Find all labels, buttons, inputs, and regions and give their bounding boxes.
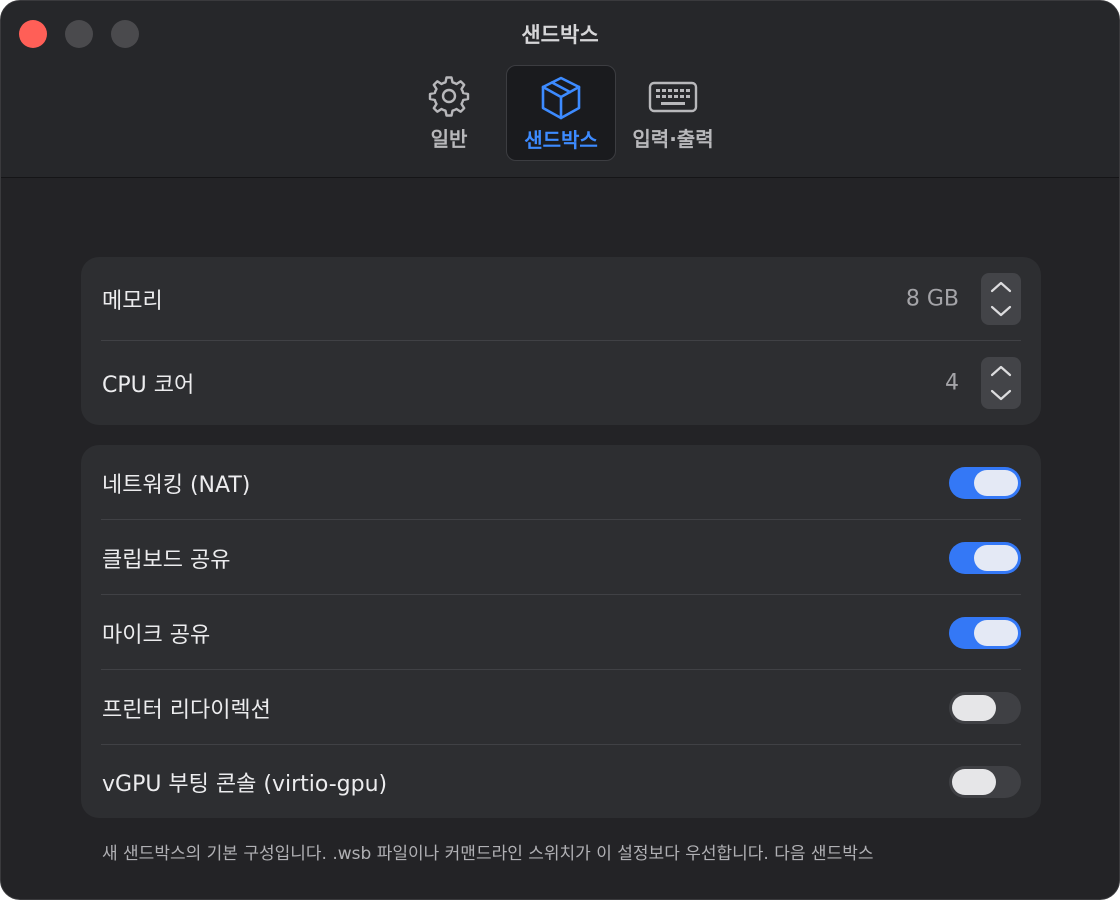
keyboard-icon: [648, 75, 698, 119]
settings-window: 샌드박스 일반 샌드박스 입력·출력 메모리 8 GB CPU 코어 4 네트워…: [0, 0, 1120, 900]
tab-general[interactable]: 일반: [405, 65, 493, 159]
vgpu-row: vGPU 부팅 콘솔 (virtio-gpu): [81, 744, 1041, 819]
printer-row: 프린터 리다이렉션: [81, 670, 1041, 745]
networking-toggle[interactable]: [949, 466, 1021, 499]
microphone-row: 마이크 공유: [81, 595, 1041, 670]
cpu-label: CPU 코어: [102, 373, 195, 398]
memory-label: 메모리: [102, 289, 163, 314]
toolbar-tabs: 일반 샌드박스 입력·출력: [1, 65, 1119, 161]
cpu-value: 4: [945, 370, 959, 396]
toggle-knob: [952, 768, 996, 795]
chevron-up-icon: [990, 365, 1012, 377]
tab-sandbox-label: 샌드박스: [524, 128, 598, 152]
toggle-knob: [974, 544, 1018, 571]
networking-row: 네트워킹 (NAT): [81, 445, 1041, 520]
box-icon: [537, 76, 585, 120]
gear-icon: [425, 75, 473, 119]
chevron-down-icon: [990, 305, 1012, 317]
toggle-knob: [952, 694, 996, 721]
printer-label: 프린터 리다이렉션: [102, 697, 271, 723]
footnote-text: 새 샌드박스의 기본 구성입니다. .wsb 파일이나 커맨드라인 스위치가 이…: [102, 844, 874, 864]
tab-sandbox[interactable]: 샌드박스: [506, 65, 616, 161]
memory-value: 8 GB: [905, 286, 959, 312]
cpu-row: CPU 코어 4: [81, 341, 1041, 425]
clipboard-toggle[interactable]: [949, 541, 1021, 574]
printer-toggle[interactable]: [949, 691, 1021, 724]
vgpu-label: vGPU 부팅 콘솔 (virtio-gpu): [102, 771, 388, 797]
memory-stepper[interactable]: [981, 273, 1021, 325]
toggle-knob: [974, 619, 1018, 646]
chevron-up-icon: [990, 281, 1012, 293]
microphone-toggle[interactable]: [949, 616, 1021, 649]
tab-input-output[interactable]: 입력·출력: [623, 65, 723, 159]
memory-row: 메모리 8 GB: [81, 257, 1041, 341]
tab-general-label: 일반: [430, 127, 468, 151]
sharing-toggles-group: 네트워킹 (NAT) 클립보드 공유 마이크 공유 프린터 리다이렉션 vGPU…: [81, 445, 1041, 818]
clipboard-row: 클립보드 공유: [81, 520, 1041, 595]
microphone-label: 마이크 공유: [102, 622, 211, 648]
toggle-knob: [974, 469, 1018, 496]
networking-label: 네트워킹 (NAT): [102, 472, 251, 498]
resources-group: 메모리 8 GB CPU 코어 4: [81, 257, 1041, 425]
chevron-down-icon: [990, 389, 1012, 401]
tab-input-output-label: 입력·출력: [632, 127, 714, 151]
window-title: 샌드박스: [521, 23, 599, 47]
cpu-stepper[interactable]: [981, 357, 1021, 409]
clipboard-label: 클립보드 공유: [102, 547, 231, 573]
title-bar: 샌드박스 일반 샌드박스 입력·출력: [1, 1, 1119, 178]
vgpu-toggle[interactable]: [949, 765, 1021, 798]
